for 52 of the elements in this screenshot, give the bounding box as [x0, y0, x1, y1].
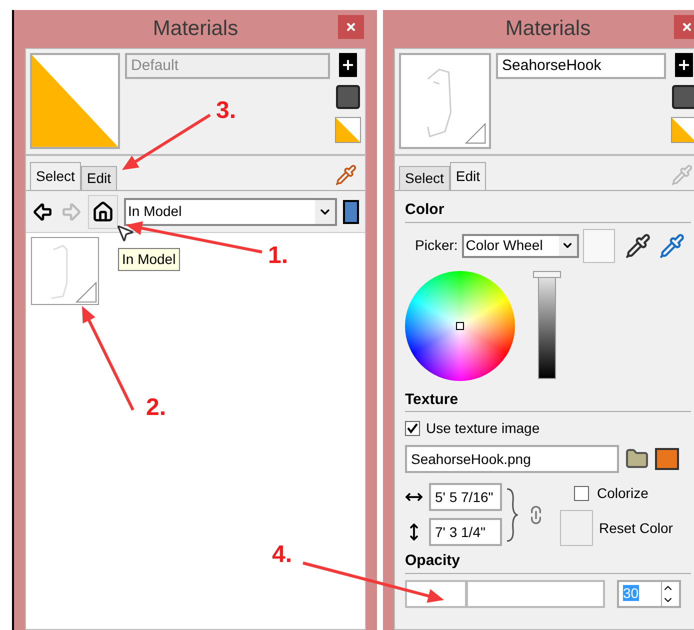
height-field[interactable]: 7' 3 1/4" [429, 518, 502, 546]
checkbox-label: Colorize [597, 484, 648, 503]
window-title: Materials [505, 16, 591, 42]
folder-icon[interactable] [625, 447, 649, 471]
annotation-label: 3. [216, 96, 236, 126]
material-name-field[interactable]: SeahorseHook [496, 53, 666, 79]
annotation-label: 2. [146, 393, 166, 423]
annotation-label: 1. [268, 241, 288, 271]
tab[interactable]: Select [399, 166, 450, 190]
section-heading: Texture [405, 388, 691, 412]
picker-dropdown[interactable]: Color Wheel [462, 234, 579, 258]
window-title: Materials [152, 16, 238, 42]
annotation-label: 4. [272, 540, 292, 570]
reset-color-swatch[interactable] [560, 510, 593, 546]
home-icon [92, 200, 114, 222]
current-color-swatch[interactable] [582, 228, 615, 262]
tooltip: In Model [118, 248, 180, 271]
tab[interactable]: Select [30, 162, 81, 190]
material-swatch-icon[interactable] [335, 117, 361, 143]
checkbox[interactable] [574, 486, 589, 501]
picker-label: Picker: [415, 236, 458, 255]
section-heading: Opacity [405, 550, 691, 574]
brace-icon [506, 486, 518, 542]
material-thumbnail[interactable] [31, 237, 99, 305]
create-material-icon[interactable] [339, 53, 357, 77]
checkbox[interactable] [405, 421, 420, 436]
reset-color-label: Reset Color [599, 518, 673, 538]
dropdown-caret-icon [315, 200, 335, 224]
close-icon [681, 21, 693, 33]
close-icon [345, 21, 357, 33]
tab[interactable]: Edit [450, 162, 486, 190]
opacity-thumb[interactable] [465, 582, 468, 606]
collection-dropdown[interactable]: In Model [124, 198, 337, 226]
tab[interactable]: Edit [80, 166, 118, 190]
checkbox-label: Use texture image [426, 419, 540, 438]
eyedropper-icon[interactable] [335, 164, 357, 186]
color-marker[interactable] [456, 322, 464, 330]
dropdown-caret-icon [558, 236, 577, 256]
brightness-thumb[interactable] [533, 270, 561, 278]
close-button[interactable] [338, 15, 364, 39]
close-button[interactable] [674, 15, 694, 39]
brightness-slider[interactable] [533, 270, 561, 378]
section-heading: Color [405, 199, 691, 222]
texture-file-field[interactable]: SeahorseHook.png [405, 445, 619, 473]
width-field[interactable]: 5' 5 7/16" [429, 483, 502, 511]
sample-material-icon[interactable] [624, 232, 651, 258]
sample-screen-icon[interactable] [658, 232, 685, 258]
home-button[interactable] [88, 194, 118, 228]
material-swatch-icon[interactable] [671, 117, 694, 143]
back-arrow-icon[interactable] [32, 200, 54, 222]
opacity-slider[interactable] [405, 580, 605, 608]
create-material-icon[interactable] [675, 53, 693, 77]
